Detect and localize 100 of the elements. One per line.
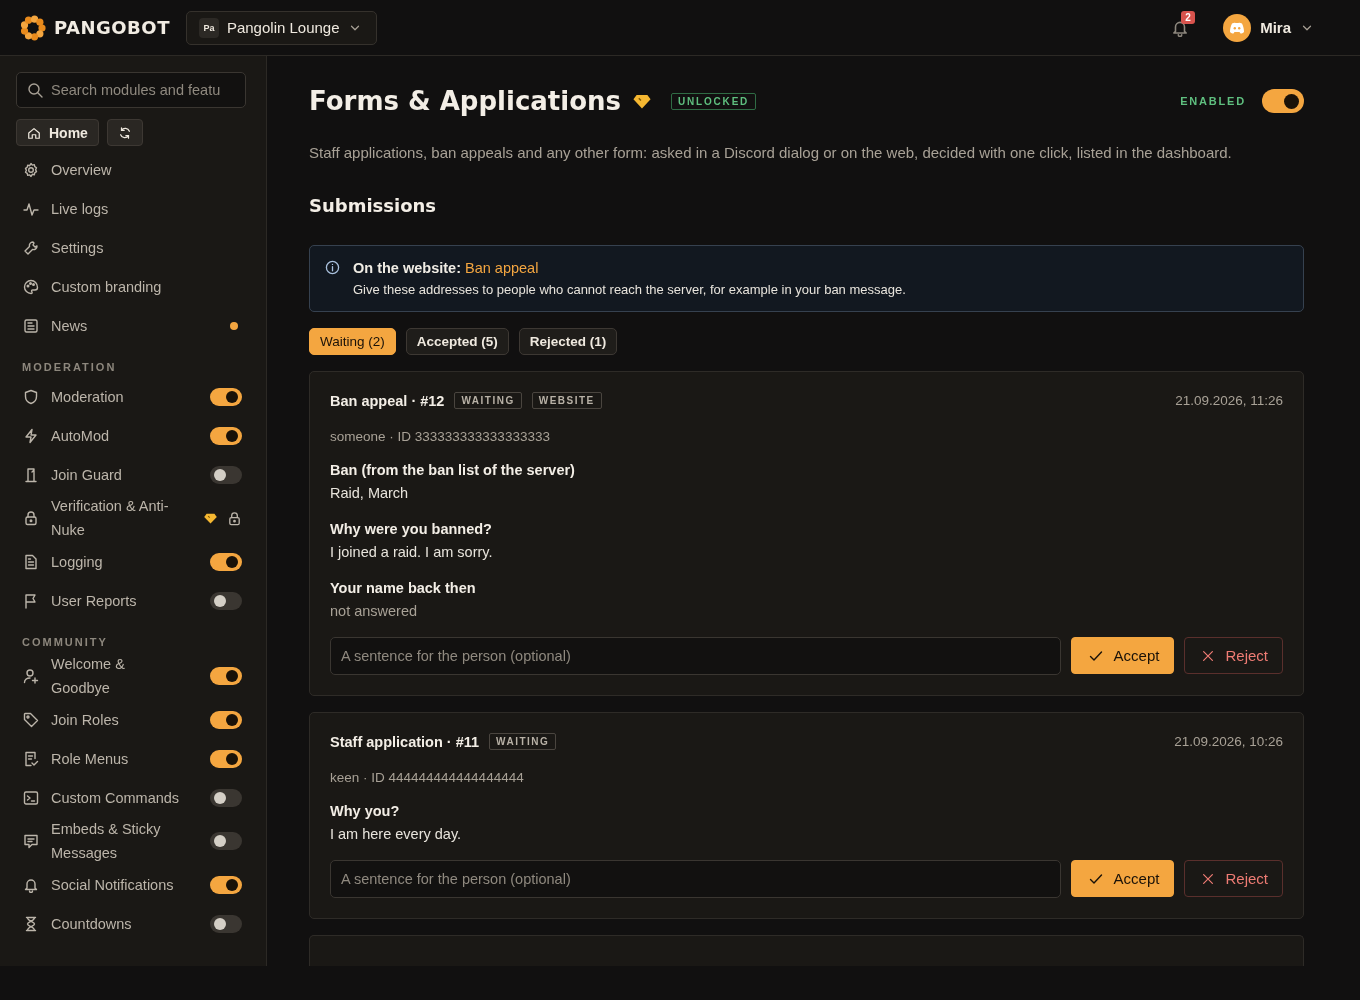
module-link[interactable]: Role Menus — [51, 746, 186, 771]
module-link[interactable]: Verification & Anti-Nuke — [51, 494, 180, 542]
sidebar-link[interactable]: Overview — [16, 150, 246, 189]
module-link[interactable]: Custom Commands — [51, 785, 186, 810]
module-link[interactable]: Logging — [51, 549, 186, 574]
user-menu[interactable]: Mira — [1223, 13, 1314, 42]
lightning-icon — [23, 427, 39, 444]
section-title: Submissions — [309, 195, 438, 216]
gear-icon — [23, 161, 39, 178]
module-link[interactable]: Social Notifications — [51, 872, 186, 897]
brand-name: PANGOBOT — [54, 17, 170, 38]
toggle-switch[interactable] — [210, 552, 242, 571]
page-description: Staff applications, ban appeals and any other form: asked in a Discord dialog or on the web, decided with one click, listed in the dashboard. — [309, 144, 1233, 161]
toggle-switch[interactable] — [210, 465, 242, 484]
module-link[interactable]: AutoMod — [51, 423, 186, 448]
sidebar-link[interactable]: News — [16, 306, 246, 345]
checklist-icon — [23, 750, 39, 767]
answer-text: I am here every day. — [330, 826, 463, 842]
question-text: Your name back then — [330, 580, 477, 596]
reject-button[interactable]: Reject — [1184, 860, 1283, 897]
accept-button[interactable]: Accept — [1070, 637, 1175, 674]
flag-icon — [23, 592, 39, 609]
page-title: Forms & Applications — [309, 86, 622, 116]
tag-icon — [23, 711, 39, 728]
module-link[interactable]: Embeds & Sticky Messages — [51, 817, 186, 865]
submitter-info: keen · ID 444444444444444444 — [330, 770, 525, 785]
shield-icon — [23, 388, 39, 405]
question-text: Why were you banned? — [330, 521, 493, 537]
user-avatar — [1223, 13, 1252, 42]
filter-tab[interactable]: Rejected (1) — [518, 328, 618, 355]
lock-icon — [227, 510, 242, 526]
question-text: Why you? — [330, 803, 401, 819]
toggle-switch[interactable] — [210, 832, 242, 850]
document-icon — [23, 553, 39, 570]
answer-text: not answered — [330, 603, 419, 619]
status-tag: WAITING — [454, 392, 522, 409]
reason-field[interactable]: A sentence for the person (optional) — [330, 860, 1061, 898]
door-icon — [23, 466, 39, 483]
newspaper-icon — [23, 317, 39, 334]
lock-icon — [23, 510, 39, 526]
ban-appeal-link[interactable]: Ban appeal — [465, 260, 539, 276]
submission-date: 21.09.2026, 10:26 — [1174, 734, 1283, 749]
toggle-switch[interactable] — [210, 667, 242, 685]
terminal-icon — [23, 789, 39, 806]
accept-button[interactable]: Accept — [1070, 860, 1175, 897]
module-link[interactable]: Join Roles — [51, 707, 186, 732]
hourglass-icon — [23, 915, 39, 932]
module-link[interactable]: User Reports — [51, 588, 186, 613]
toggle-switch[interactable] — [210, 426, 242, 445]
toggle-switch[interactable] — [210, 914, 242, 933]
sidebar-link[interactable]: Live logs — [16, 189, 246, 228]
toggle-switch[interactable] — [210, 875, 242, 894]
user-plus-icon — [23, 668, 39, 684]
module-link[interactable]: Join Guard — [51, 462, 186, 487]
reject-button[interactable]: Reject — [1184, 637, 1283, 674]
home-button[interactable]: Home — [16, 119, 99, 146]
message-icon — [23, 833, 39, 849]
home-icon — [27, 125, 41, 140]
filter-tab[interactable]: Accepted (5) — [405, 328, 509, 355]
section-heading: MODERATION — [22, 361, 118, 373]
refresh-button[interactable] — [106, 119, 143, 146]
notification-count: 2 — [1181, 10, 1195, 24]
answer-text: Raid, March — [330, 485, 410, 501]
palette-icon — [23, 278, 39, 295]
info-text: Give these addresses to people who cannot reach the server, for example in your ban message. — [353, 282, 906, 297]
question-text: Ban (from the ban list of the server) — [330, 462, 576, 478]
submitter-info: someone · ID 333333333333333333 — [330, 429, 551, 444]
wrench-icon — [23, 239, 39, 256]
diamond-icon — [204, 512, 217, 524]
sidebar-link[interactable]: Settings — [16, 228, 246, 267]
search-icon — [27, 82, 43, 98]
diamond-icon — [633, 93, 652, 109]
toggle-switch[interactable] — [210, 591, 242, 610]
toggle-switch[interactable] — [210, 387, 242, 406]
toggle-switch[interactable] — [210, 788, 242, 807]
section-heading: COMMUNITY — [22, 636, 109, 648]
info-icon — [325, 260, 340, 275]
server-avatar: Pa — [198, 17, 219, 38]
status-tag: WAITING — [489, 733, 557, 750]
module-link[interactable]: Countdowns — [51, 911, 186, 936]
module-link[interactable]: Welcome & Goodbye — [51, 652, 186, 700]
search-field[interactable]: Search modules and featu — [16, 72, 246, 108]
submission-date: 21.09.2026, 11:26 — [1175, 393, 1283, 408]
info-title: On the website: — [353, 260, 461, 276]
status-tag: WEBSITE — [531, 392, 602, 409]
server-selector[interactable]: Pa Pangolin Lounge — [185, 10, 377, 45]
module-link[interactable]: Moderation — [51, 384, 186, 409]
close-icon — [1201, 871, 1216, 886]
pulse-icon — [23, 200, 39, 217]
filter-tab[interactable]: Waiting (2) — [309, 328, 396, 355]
bell-icon — [23, 876, 39, 893]
toggle-switch[interactable] — [210, 749, 242, 768]
toggle-switch[interactable] — [210, 710, 242, 729]
sidebar-link[interactable]: Custom branding — [16, 267, 246, 306]
reason-field[interactable]: A sentence for the person (optional) — [330, 637, 1061, 675]
close-icon — [1201, 648, 1216, 663]
enabled-label: ENABLED — [1180, 95, 1246, 107]
module-toggle[interactable] — [1262, 89, 1304, 113]
answer-text: I joined a raid. I am sorry. — [330, 544, 494, 560]
status-badge: UNLOCKED — [671, 92, 757, 110]
